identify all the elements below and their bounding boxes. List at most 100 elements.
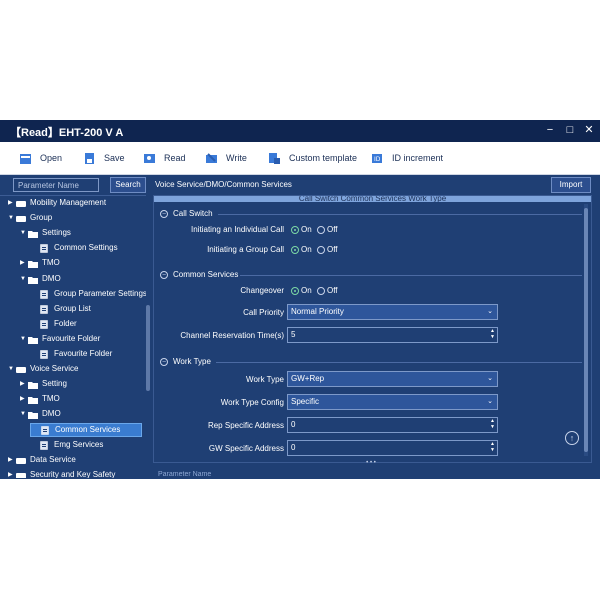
expand-right-icon[interactable]: ▶ [20,377,28,391]
expand-down-icon[interactable]: ▼ [20,272,28,286]
section-title: Work Type [173,357,211,366]
scroll-to-top-button[interactable]: ↑ [565,431,579,445]
work-type-select[interactable]: GW+Rep ⌄ [287,371,498,387]
collapse-icon: − [160,358,168,366]
section-divider [240,275,582,276]
expand-right-icon[interactable]: ▶ [20,256,28,270]
work-type-config-select[interactable]: Specific ⌄ [287,394,498,410]
expand-right-icon[interactable]: ▶ [8,196,16,210]
tree-item[interactable]: ▶ Setting [20,377,67,391]
tree-item[interactable]: ▼ DMO [20,272,61,286]
splitter-grip[interactable]: • • • [364,460,378,466]
radio-label: On [301,225,312,234]
tree-item[interactable]: ▶ Mobility Management [8,196,106,210]
expand-down-icon[interactable]: ▼ [8,211,16,225]
changeover-on-radio[interactable]: On [291,285,312,297]
gw-address-stepper[interactable]: 0 ▲ ▼ [287,440,498,456]
tree-item-label: TMO [42,258,60,268]
tree-item[interactable]: ▶ TMO [20,256,60,270]
panel-section-tabs[interactable]: Call Switch Common Services Work Type [154,196,591,202]
save-icon [83,152,96,165]
page-icon [40,350,50,359]
expand-right-icon[interactable]: ▶ [8,468,16,478]
radio-label: On [301,286,312,295]
tree-item-label: Voice Service [30,364,79,374]
expand-down-icon[interactable]: ▼ [20,226,28,240]
tree-item[interactable]: ▶ Security and Key Safety [8,468,115,478]
id-increment-icon: ID [371,152,384,165]
stepper-value: 0 [291,443,296,452]
section-common-services[interactable]: − Common Services [160,269,238,281]
close-button[interactable]: ✕ [582,123,596,137]
tree-item[interactable]: Emg Services [32,438,103,452]
open-button[interactable]: Open [19,150,62,166]
read-button[interactable]: Read [143,150,186,166]
tree-item-label: DMO [42,409,61,419]
custom-template-label: Custom template [289,153,358,163]
radio-label: Off [327,225,338,234]
channel-reservation-stepper[interactable]: 5 ▲ ▼ [287,327,498,343]
radio-selected-icon [291,287,299,295]
changeover-off-radio[interactable]: Off [317,285,338,297]
stepper-arrows-icon: ▲ ▼ [490,418,495,430]
search-button[interactable]: Search [110,177,146,193]
expand-down-icon[interactable]: ▼ [8,362,16,376]
write-button[interactable]: Write [205,150,247,166]
tree-item-label: Settings [42,228,71,238]
id-increment-button[interactable]: ID ID increment [371,150,443,166]
tree-item-label: TMO [42,394,60,404]
import-button[interactable]: Import [551,177,591,193]
group-call-off-radio[interactable]: Off [317,244,338,256]
radio-unselected-icon [317,226,325,234]
save-button[interactable]: Save [83,150,125,166]
custom-template-button[interactable]: Custom template [268,150,357,166]
group-call-on-radio[interactable]: On [291,244,312,256]
svg-text:ID: ID [374,156,381,163]
panel-scrollbar[interactable] [584,204,588,456]
expand-down-icon[interactable]: ▼ [20,332,28,346]
tree-item[interactable]: Common Services [30,422,142,437]
tree-item[interactable]: Group List [32,302,91,316]
database-icon [16,471,26,478]
page-icon [40,320,50,329]
individual-call-off-radio[interactable]: Off [317,224,338,236]
radio-label: Off [327,286,338,295]
page-icon [41,425,51,435]
call-priority-select[interactable]: Normal Priority ⌄ [287,304,498,320]
tree-item-label: Emg Services [54,439,104,449]
bottom-panel: Parameter Name [153,466,590,479]
tree-item[interactable]: ▼ Settings [20,226,71,240]
tree-item[interactable]: ▶ TMO [20,392,60,406]
tree-item[interactable]: ▼ Group [8,211,52,225]
individual-call-on-radio[interactable]: On [291,224,312,236]
tree-item[interactable]: ▼ DMO [20,407,61,421]
section-work-type[interactable]: − Work Type [160,356,211,368]
folder-icon [28,259,38,269]
tree-item[interactable]: Common Settings [32,241,118,255]
tree-item-label: Data Service [30,454,76,464]
minimize-button[interactable]: − [543,123,557,137]
radio-selected-icon [291,226,299,234]
parameter-panel: Call Switch Common Services Work Type − … [153,195,592,463]
tree-item[interactable]: ▼ Favourite Folder [20,332,100,346]
expand-right-icon[interactable]: ▶ [8,453,16,467]
rep-address-stepper[interactable]: 0 ▲ ▼ [287,417,498,433]
tree-item-label: Common Services [55,424,121,434]
maximize-button[interactable]: □ [563,123,577,137]
read-label: Read [164,153,186,163]
panel-scrollbar-thumb[interactable] [584,208,588,452]
tree-item[interactable]: Favourite Folder [32,347,112,361]
database-icon [16,214,26,223]
section-call-switch[interactable]: − Call Switch [160,208,213,220]
bottom-panel-label: Parameter Name [158,471,212,478]
page-icon [40,304,50,314]
tree-item[interactable]: ▶ Data Service [8,453,76,467]
tree-item[interactable]: ▼ Voice Service [8,362,78,376]
tree-item[interactable]: Folder [32,317,77,331]
search-input[interactable]: Parameter Name [13,178,99,192]
folder-icon [28,395,38,405]
expand-right-icon[interactable]: ▶ [20,392,28,406]
individual-call-label: Initiating an Individual Call [191,225,284,234]
tree-item[interactable]: Group Parameter Settings [32,287,146,301]
expand-down-icon[interactable]: ▼ [20,407,28,421]
